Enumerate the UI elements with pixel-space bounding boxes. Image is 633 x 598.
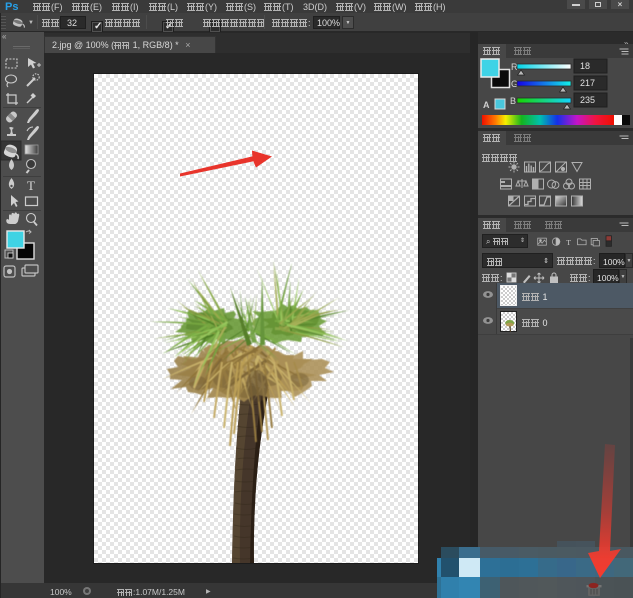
svg-text:B: B xyxy=(510,96,516,106)
svg-text:T: T xyxy=(566,238,571,247)
svg-text:217: 217 xyxy=(580,78,595,88)
svg-text:235: 235 xyxy=(580,95,595,105)
svg-text:18: 18 xyxy=(580,61,590,71)
svg-text:A: A xyxy=(483,100,490,110)
svg-text:«: « xyxy=(2,32,7,41)
svg-text:T: T xyxy=(27,178,35,193)
